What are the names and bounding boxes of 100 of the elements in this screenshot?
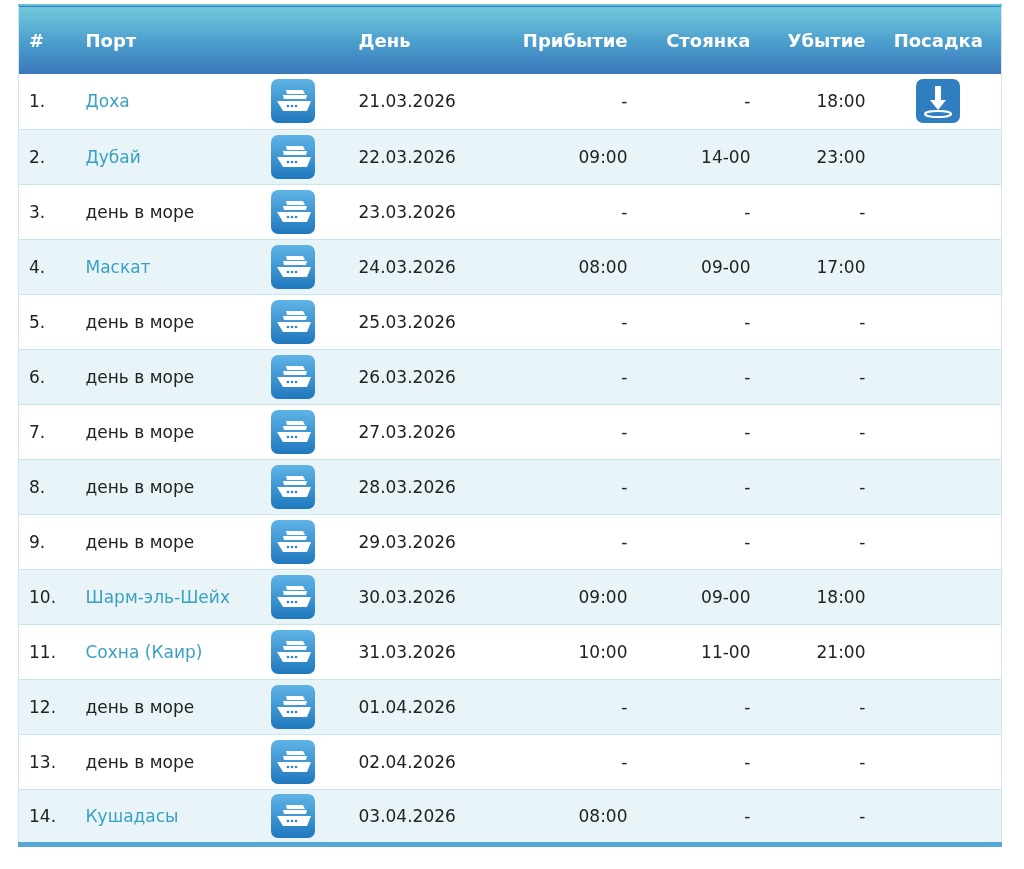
port-link[interactable]: Кушадасы	[85, 805, 179, 826]
sea-day-text: день в море	[85, 201, 195, 222]
departure-time: -	[760, 679, 876, 734]
departure-time: -	[760, 459, 876, 514]
date-cell: 26.03.2026	[340, 349, 501, 404]
date-cell: 28.03.2026	[340, 459, 501, 514]
arrival-time: -	[500, 74, 638, 129]
arrival-time: -	[500, 184, 638, 239]
ship-icon	[270, 519, 315, 564]
date-cell: 21.03.2026	[340, 74, 501, 129]
stay-time: -	[637, 514, 761, 569]
ship-icon	[270, 409, 315, 454]
ship-icon	[270, 189, 315, 234]
date-cell: 24.03.2026	[340, 239, 501, 294]
row-number: 10.	[18, 569, 76, 624]
ship-icon	[270, 299, 315, 344]
sea-day-text: день в море	[85, 421, 195, 442]
row-number: 6.	[18, 349, 76, 404]
port-link[interactable]: Доха	[85, 91, 130, 112]
row-number: 12.	[18, 679, 76, 734]
column-header: Посадка	[875, 5, 1002, 74]
column-header: Убытие	[760, 5, 876, 74]
stay-time: 09-00	[637, 569, 761, 624]
departure-time: -	[760, 294, 876, 349]
column-header: Порт	[75, 5, 341, 74]
departure-time: 18:00	[760, 74, 876, 129]
ship-icon	[270, 684, 315, 729]
ship-icon	[270, 354, 315, 399]
departure-time: -	[760, 789, 876, 844]
arrival-time: 08:00	[500, 789, 638, 844]
stay-time: -	[637, 404, 761, 459]
row-number: 3.	[18, 184, 76, 239]
departure-time: -	[760, 514, 876, 569]
date-cell: 03.04.2026	[340, 789, 501, 844]
stay-time: -	[637, 789, 761, 844]
departure-time: 17:00	[760, 239, 876, 294]
stay-time: -	[637, 294, 761, 349]
column-header: Стоянка	[637, 5, 761, 74]
departure-time: -	[760, 734, 876, 789]
date-cell: 29.03.2026	[340, 514, 501, 569]
port-link[interactable]: Шарм-эль-Шейх	[85, 586, 230, 607]
stay-time: 09-00	[637, 239, 761, 294]
stay-time: 11-00	[637, 624, 761, 679]
stay-time: -	[637, 734, 761, 789]
row-number: 11.	[18, 624, 76, 679]
row-number: 8.	[18, 459, 76, 514]
ship-icon	[270, 793, 315, 838]
departure-time: -	[760, 184, 876, 239]
stay-time: -	[637, 459, 761, 514]
ship-icon	[270, 464, 315, 509]
row-number: 4.	[18, 239, 76, 294]
date-cell: 02.04.2026	[340, 734, 501, 789]
ship-icon	[270, 244, 315, 289]
stay-time: -	[637, 184, 761, 239]
departure-time: -	[760, 349, 876, 404]
stay-time: -	[637, 74, 761, 129]
departure-time: 18:00	[760, 569, 876, 624]
date-cell: 30.03.2026	[340, 569, 501, 624]
port-link[interactable]: Дубай	[85, 146, 141, 167]
sea-day-text: день в море	[85, 751, 195, 772]
departure-time: 21:00	[760, 624, 876, 679]
sea-day-text: день в море	[85, 476, 195, 497]
ship-icon	[270, 739, 315, 784]
sea-day-text: день в море	[85, 531, 195, 552]
arrival-time: 10:00	[500, 624, 638, 679]
sea-day-text: день в море	[85, 366, 195, 387]
row-number: 13.	[18, 734, 76, 789]
column-header: Прибытие	[500, 5, 638, 74]
ship-icon	[270, 79, 315, 124]
row-number: 7.	[18, 404, 76, 459]
date-cell: 23.03.2026	[340, 184, 501, 239]
column-header: #	[18, 5, 76, 74]
arrival-time: -	[500, 349, 638, 404]
column-header: День	[340, 5, 501, 74]
arrival-time: 08:00	[500, 239, 638, 294]
sea-day-text: день в море	[85, 311, 195, 332]
row-number: 9.	[18, 514, 76, 569]
port-link[interactable]: Сохна (Каир)	[85, 641, 203, 662]
port-link[interactable]: Маскат	[85, 256, 151, 277]
arrival-time: -	[500, 404, 638, 459]
row-number: 1.	[18, 74, 76, 129]
date-cell: 01.04.2026	[340, 679, 501, 734]
stay-time: -	[637, 679, 761, 734]
arrival-time: -	[500, 294, 638, 349]
date-cell: 31.03.2026	[340, 624, 501, 679]
arrival-time: -	[500, 734, 638, 789]
row-number: 14.	[18, 789, 76, 844]
arrival-time: 09:00	[500, 569, 638, 624]
sea-day-text: день в море	[85, 696, 195, 717]
departure-time: 23:00	[760, 129, 876, 184]
stay-time: -	[637, 349, 761, 404]
row-number: 2.	[18, 129, 76, 184]
arrival-time: 09:00	[500, 129, 638, 184]
ship-icon	[270, 629, 315, 674]
arrival-time: -	[500, 679, 638, 734]
arrival-time: -	[500, 459, 638, 514]
date-cell: 22.03.2026	[340, 129, 501, 184]
stay-time: 14-00	[637, 129, 761, 184]
date-cell: 27.03.2026	[340, 404, 501, 459]
row-number: 5.	[18, 294, 76, 349]
